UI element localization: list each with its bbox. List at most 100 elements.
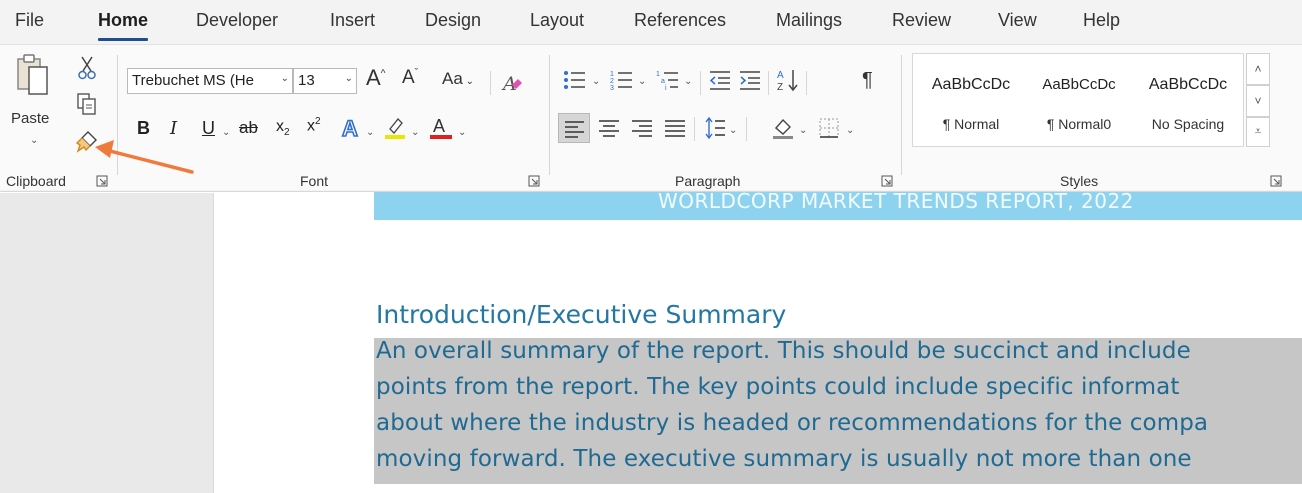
svg-text:1: 1 <box>610 71 614 78</box>
tab-file[interactable]: File <box>15 10 44 31</box>
report-title-text: WORLDCORP MARKET TRENDS REPORT, 2022 <box>658 192 1134 213</box>
font-group-label: Font <box>300 173 329 189</box>
cut-icon[interactable] <box>78 55 96 81</box>
superscript-button[interactable]: x2 <box>307 116 321 135</box>
text-effects-icon[interactable]: A <box>340 115 364 141</box>
paste-dropdown-chevron-icon[interactable]: ⌄ <box>30 135 38 146</box>
multilevel-list-icon[interactable]: 1ai <box>656 69 680 91</box>
separator <box>746 117 747 141</box>
underline-dropdown-icon[interactable]: ⌄ <box>222 127 230 138</box>
style-normal[interactable]: AaBbCcDc ¶ Normal <box>919 54 1023 146</box>
font-size-dropdown-icon[interactable]: ⌄ <box>345 73 353 84</box>
style-no-spacing[interactable]: AaBbCcDc No Spacing <box>1135 54 1241 146</box>
tab-help[interactable]: Help <box>1083 10 1120 31</box>
font-name-dropdown-icon[interactable]: ⌄ <box>281 73 289 84</box>
clipboard-dialog-launcher-icon[interactable] <box>96 175 108 187</box>
line-spacing-icon[interactable] <box>704 116 726 140</box>
svg-text:2: 2 <box>610 78 614 85</box>
tab-mailings[interactable]: Mailings <box>776 10 842 31</box>
line-spacing-dropdown-icon[interactable]: ⌄ <box>729 125 737 136</box>
tab-developer[interactable]: Developer <box>196 10 278 31</box>
tab-references[interactable]: References <box>634 10 726 31</box>
svg-text:a: a <box>661 78 665 85</box>
paragraph-group-label: Paragraph <box>675 173 741 189</box>
show-formatting-marks-icon[interactable]: ¶ <box>862 69 873 92</box>
shrink-font-icon[interactable]: Aˇ <box>402 67 418 89</box>
style-sample: AaBbCcDc <box>1042 76 1116 93</box>
align-left-button[interactable] <box>558 113 590 143</box>
section-heading[interactable]: Introduction/Executive Summary <box>376 300 786 329</box>
numbering-icon[interactable]: 123 <box>610 69 634 91</box>
shading-icon[interactable] <box>771 116 795 140</box>
tab-insert[interactable]: Insert <box>330 10 375 31</box>
body-line: moving forward. The executive summary is… <box>376 446 1192 472</box>
style-name: No Spacing <box>1151 116 1225 132</box>
clear-formatting-icon[interactable]: A <box>500 71 524 95</box>
justify-icon[interactable] <box>664 118 686 138</box>
font-name-box[interactable]: Trebuchet MS (He ⌄ <box>127 68 293 94</box>
borders-dropdown-icon[interactable]: ⌄ <box>846 125 854 136</box>
numbering-dropdown-icon[interactable]: ⌄ <box>638 76 646 87</box>
font-dialog-launcher-icon[interactable] <box>528 175 540 187</box>
report-title-banner: WORLDCORP MARKET TRENDS REPORT, 2022 <box>374 192 1302 220</box>
font-size-box[interactable]: 13 ⌄ <box>293 68 357 94</box>
separator <box>700 71 701 95</box>
selected-body-text[interactable]: An overall summary of the report. This s… <box>374 338 1302 484</box>
paste-button[interactable]: Paste ⌄ <box>8 51 62 151</box>
svg-text:3: 3 <box>610 85 614 91</box>
font-name-value: Trebuchet MS (He <box>132 72 254 89</box>
bold-button[interactable]: B <box>137 118 150 139</box>
strikethrough-button[interactable]: ab <box>239 118 258 138</box>
decrease-indent-icon[interactable] <box>708 69 732 91</box>
grow-font-icon[interactable]: A^ <box>366 65 385 91</box>
shading-dropdown-icon[interactable]: ⌄ <box>799 125 807 136</box>
tab-view[interactable]: View <box>998 10 1037 31</box>
document-margin-area <box>0 193 214 493</box>
italic-button[interactable]: I <box>170 118 177 139</box>
change-case-button[interactable]: Aa ⌄ <box>442 69 474 89</box>
svg-text:1: 1 <box>656 71 660 78</box>
sort-icon[interactable]: A Z <box>776 67 802 93</box>
align-center-icon[interactable] <box>598 118 620 138</box>
tab-layout[interactable]: Layout <box>530 10 584 31</box>
tab-design[interactable]: Design <box>425 10 481 31</box>
gallery-scroll-down-icon[interactable]: ˅ <box>1246 85 1270 117</box>
copy-icon[interactable] <box>76 92 98 116</box>
multilevel-dropdown-icon[interactable]: ⌄ <box>684 76 692 87</box>
styles-dialog-launcher-icon[interactable] <box>1270 175 1282 187</box>
separator <box>117 55 118 175</box>
align-right-icon[interactable] <box>631 118 653 138</box>
change-case-label: Aa <box>442 69 463 88</box>
highlight-color-icon[interactable] <box>382 115 408 141</box>
gallery-more-icon[interactable]: ⩡ <box>1246 117 1270 147</box>
ribbon: Paste ⌄ Clipboard Trebuchet MS (He ⌄ 13 … <box>0 44 1302 192</box>
paste-icon <box>17 54 48 95</box>
increase-indent-icon[interactable] <box>738 69 762 91</box>
style-name: ¶ Normal0 <box>1046 116 1112 132</box>
underline-button[interactable]: U <box>202 118 215 139</box>
style-name: ¶ Normal <box>942 116 1000 132</box>
highlight-dropdown-icon[interactable]: ⌄ <box>411 127 419 138</box>
body-line: about where the industry is headed or re… <box>376 410 1209 436</box>
ribbon-panel: Paste ⌄ Clipboard Trebuchet MS (He ⌄ 13 … <box>0 44 1302 190</box>
text-effects-dropdown-icon[interactable]: ⌄ <box>366 127 374 138</box>
tab-review[interactable]: Review <box>892 10 951 31</box>
format-painter-icon[interactable] <box>74 129 100 155</box>
svg-text:A: A <box>342 116 358 141</box>
font-color-dropdown-icon[interactable]: ⌄ <box>458 127 466 138</box>
bullets-dropdown-icon[interactable]: ⌄ <box>592 76 600 87</box>
font-color-icon[interactable]: A <box>428 115 454 141</box>
style-normal0[interactable]: AaBbCcDc ¶ Normal0 <box>1027 54 1131 146</box>
svg-text:i: i <box>665 85 667 91</box>
paragraph-dialog-launcher-icon[interactable] <box>881 175 893 187</box>
separator <box>806 71 807 95</box>
bullets-icon[interactable] <box>563 69 587 91</box>
tab-home[interactable]: Home <box>98 10 149 41</box>
gallery-scroll-up-icon[interactable]: ˄ <box>1246 53 1270 85</box>
align-left-icon <box>565 121 584 138</box>
paste-label: Paste <box>11 110 50 127</box>
separator <box>490 71 491 95</box>
borders-icon[interactable] <box>818 117 840 139</box>
styles-gallery: AaBbCcDc ¶ Normal AaBbCcDc ¶ Normal0 AaB… <box>912 53 1244 147</box>
subscript-button[interactable]: x2 <box>276 118 290 138</box>
